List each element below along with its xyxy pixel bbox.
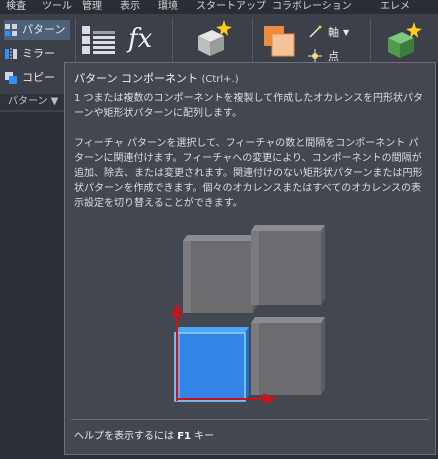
menu-bar: 検査 ツール 管理 表示 環境 スタートアップ コラボレーション エレメ [0,0,438,14]
selected-component-box [174,327,249,402]
tooltip-title: パターン コンポーネント (Ctrl+.) [74,70,239,86]
menu-tab-view[interactable]: 表示 [120,0,140,14]
menu-tab-environment[interactable]: 環境 [158,0,178,14]
pattern-occurrence-box [251,225,325,305]
axis-label: 軸 [328,26,339,39]
tooltip-pattern-component: パターン コンポーネント (Ctrl+.) 1 つまたは複数のコンポーネントを複… [64,62,436,455]
pattern-occurrence-box [251,317,325,395]
canvas-area [0,112,64,459]
axis-icon [309,25,322,38]
menu-tab-collaboration[interactable]: コラボレーション [272,0,352,14]
axis-button[interactable]: 軸 ▼ [308,24,349,40]
pattern-button-label: パターン [22,23,66,36]
pattern-panel-label[interactable]: パターン ▼ [0,94,72,110]
tooltip-description: 1 つまたは複数のコンポーネントを複製して作成したオカレンスを円形状パターンや矩… [74,93,424,119]
menu-tab-manage[interactable]: 管理 [82,0,102,14]
tooltip-title-text: パターン コンポーネント [74,72,198,85]
mirror-icon [5,48,17,60]
derived-component-icon[interactable] [262,24,298,60]
pattern-button[interactable]: パターン [4,20,70,40]
create-component-icon[interactable] [192,18,232,58]
mirror-button[interactable]: ミラー [4,44,70,64]
point-icon [308,49,322,63]
chevron-down-icon: ▼ [343,27,350,37]
help-hint-key: F1 [177,431,191,442]
mirror-button-label: ミラー [22,47,55,60]
pattern-grid-icon [5,24,17,36]
parameters-fx-icon[interactable]: fx [128,22,162,56]
pattern-illustration [171,225,325,403]
tooltip-shortcut: (Ctrl+.) [201,74,239,85]
menu-tab-element[interactable]: エレメ [380,0,410,14]
menu-tab-startup[interactable]: スタートアップ [196,0,266,14]
copy-button-label: コピー [22,71,55,84]
bom-table-icon[interactable] [80,22,118,60]
menu-tab-tools[interactable]: ツール [42,0,72,14]
help-hint-suffix: キー [190,431,215,442]
pattern-occurrence-box [183,235,257,313]
tooltip-help-hint: ヘルプを表示するには F1 キー [74,427,214,442]
copy-button[interactable]: コピー [4,68,70,88]
menu-tab-inspect[interactable]: 検査 [6,0,26,14]
tooltip-divider [71,419,429,420]
help-hint-prefix: ヘルプを表示するには [74,431,178,442]
simplify-component-icon[interactable] [382,20,422,60]
copy-icon [5,72,17,84]
tooltip-detail: フィーチャ パターンを選択して、フィーチャの数と間隔をコンポーネント パターンに… [74,138,423,209]
